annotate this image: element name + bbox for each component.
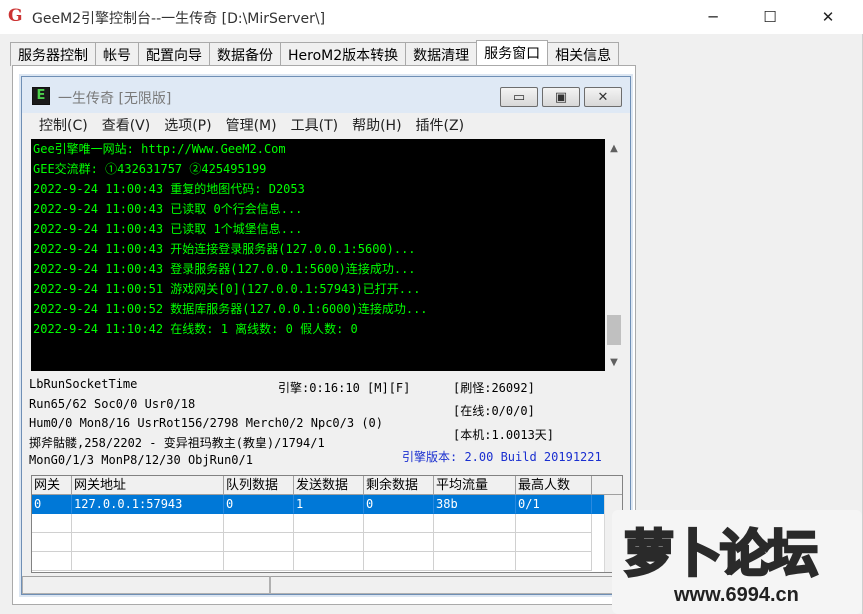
- local-uptime: [本机:1.0013天]: [453, 428, 555, 442]
- close-button[interactable]: ✕: [798, 0, 858, 34]
- scroll-up-icon[interactable]: ▲: [605, 139, 623, 157]
- tab-herom2-convert[interactable]: HeroM2版本转换: [280, 42, 407, 66]
- lb-run-socket-time: LbRunSocketTime: [29, 377, 138, 391]
- menu-bar: 控制(C) 查看(V) 选项(P) 管理(M) 工具(T) 帮助(H) 插件(Z…: [22, 113, 630, 135]
- log-line: 2022-9-24 11:00:43 重复的地图代码: D2053: [33, 182, 305, 196]
- service-window: E 一生传奇 [无限版] ▭ ▣ ✕ 控制(C) 查看(V) 选项(P) 管理(…: [21, 76, 631, 595]
- status-panel: LbRunSocketTime 引擎:0:16:10 [M][F] [刷怪:26…: [22, 373, 630, 471]
- minimize-button[interactable]: ─: [683, 0, 743, 34]
- table-row[interactable]: 0 127.0.0.1:57943 0 1 0 38b 0/1: [32, 495, 622, 514]
- cell-gate: 0: [32, 495, 72, 514]
- title-bar[interactable]: G GeeM2引擎控制台--一生传奇 [D:\MirServer\] ─ ☐ ✕: [0, 0, 863, 34]
- boss-info: 掷斧骷髅,258/2202 - 变异祖玛教主(教皇)/1794/1: [29, 436, 325, 450]
- menu-plugins[interactable]: 插件(Z): [409, 113, 472, 135]
- window-title: GeeM2引擎控制台--一生传奇 [D:\MirServer\]: [32, 11, 326, 27]
- log-line: Gee引擎唯一网站: http://Www.GeeM2.Com: [33, 142, 286, 156]
- col-avg-traffic[interactable]: 平均流量: [434, 476, 516, 495]
- tab-config-wizard[interactable]: 配置向导: [138, 42, 210, 66]
- cell-max: 0/1: [516, 495, 592, 514]
- tab-account[interactable]: 帐号: [95, 42, 139, 66]
- tab-related-info[interactable]: 相关信息: [547, 42, 620, 66]
- scroll-down-icon[interactable]: ▼: [605, 353, 623, 371]
- run-stats: Run65/62 Soc0/0 Usr0/18: [29, 397, 196, 411]
- col-gate-address[interactable]: 网关地址: [72, 476, 224, 495]
- status-bar-panel: [22, 576, 270, 594]
- tab-server-control[interactable]: 服务器控制: [10, 42, 96, 66]
- menu-manage[interactable]: 管理(M): [219, 113, 284, 135]
- col-max-users[interactable]: 最高人数: [516, 476, 592, 495]
- engine-uptime: 引擎:0:16:10 [M][F]: [278, 381, 411, 395]
- log-line: 2022-9-24 11:00:43 登录服务器(127.0.0.1:5600)…: [33, 262, 416, 276]
- tab-strip: 服务器控制 帐号 配置向导 数据备份 HeroM2版本转换 数据清理 服务窗口 …: [10, 40, 620, 66]
- col-remaining-data[interactable]: 剩余数据: [364, 476, 434, 495]
- menu-help[interactable]: 帮助(H): [345, 113, 408, 135]
- gate-table: 网关 网关地址 队列数据 发送数据 剩余数据 平均流量 最高人数 0 127.0…: [31, 475, 623, 573]
- watermark: 萝卜论坛 www.6994.cn: [612, 510, 862, 614]
- log-scrollbar[interactable]: ▲ ▼: [605, 139, 623, 371]
- log-console[interactable]: Gee引擎唯一网站: http://Www.GeeM2.Com GEE交流群: …: [31, 139, 615, 371]
- log-line: 2022-9-24 11:10:42 在线数: 1 离线数: 0 假人数: 0: [33, 322, 358, 336]
- online-count: [在线:0/0/0]: [453, 404, 535, 418]
- cell-address: 127.0.0.1:57943: [72, 495, 224, 514]
- site-logo: 萝卜论坛: [623, 524, 820, 585]
- menu-control[interactable]: 控制(C): [32, 113, 95, 135]
- tab-data-cleanup[interactable]: 数据清理: [405, 42, 478, 66]
- col-gate[interactable]: 网关: [32, 476, 72, 495]
- log-line: 2022-9-24 11:00:52 数据库服务器(127.0.0.1:6000…: [33, 302, 428, 316]
- maximize-button[interactable]: ☐: [740, 0, 800, 34]
- site-url: www.6994.cn: [674, 584, 799, 606]
- main-window: G GeeM2引擎控制台--一生传奇 [D:\MirServer\] ─ ☐ ✕…: [0, 0, 863, 614]
- scroll-thumb[interactable]: [607, 315, 621, 345]
- menu-options[interactable]: 选项(P): [157, 113, 218, 135]
- cell-avg: 38b: [434, 495, 516, 514]
- mon-stats: MonG0/1/3 MonP8/12/30 ObjRun0/1: [29, 453, 253, 467]
- log-line: 2022-9-24 11:00:43 开始连接登录服务器(127.0.0.1:5…: [33, 242, 416, 256]
- menu-tools[interactable]: 工具(T): [284, 113, 345, 135]
- status-bar: [22, 576, 630, 594]
- log-line: 2022-9-24 11:00:43 已读取 0个行会信息...: [33, 202, 303, 216]
- cell-remaining: 0: [364, 495, 434, 514]
- gate-table-header: 网关 网关地址 队列数据 发送数据 剩余数据 平均流量 最高人数: [32, 476, 622, 495]
- app-g-icon: G: [8, 6, 23, 26]
- cell-send: 1: [294, 495, 364, 514]
- tab-service-window[interactable]: 服务窗口: [476, 40, 549, 66]
- log-line: 2022-9-24 11:00:51 游戏网关[0](127.0.0.1:579…: [33, 282, 421, 296]
- menu-view[interactable]: 查看(V): [95, 113, 158, 135]
- engine-version: 引擎版本: 2.00 Build 20191221: [402, 450, 602, 464]
- inner-close-button[interactable]: ✕: [584, 87, 622, 107]
- inner-minimize-button[interactable]: ▭: [500, 87, 538, 107]
- col-send-data[interactable]: 发送数据: [294, 476, 364, 495]
- log-line: GEE交流群: ①432631757 ②425495199: [33, 162, 267, 176]
- hum-stats: Hum0/0 Mon8/16 UsrRot156/2798 Merch0/2 N…: [29, 416, 384, 430]
- service-window-titlebar[interactable]: E 一生传奇 [无限版] ▭ ▣ ✕: [22, 77, 630, 113]
- empty-row[interactable]: [32, 552, 622, 571]
- inner-restore-button[interactable]: ▣: [542, 87, 580, 107]
- empty-row[interactable]: [32, 533, 622, 552]
- status-bar-panel: [270, 576, 630, 594]
- empty-row[interactable]: [32, 514, 622, 533]
- col-queue-data[interactable]: 队列数据: [224, 476, 294, 495]
- tab-data-backup[interactable]: 数据备份: [209, 42, 281, 66]
- refresh-monster-count: [刷怪:26092]: [453, 381, 535, 395]
- log-line: 2022-9-24 11:00:43 已读取 1个城堡信息...: [33, 222, 303, 236]
- gee-engine-icon: E: [32, 87, 50, 105]
- service-window-title: 一生传奇 [无限版]: [58, 91, 172, 107]
- cell-queue: 0: [224, 495, 294, 514]
